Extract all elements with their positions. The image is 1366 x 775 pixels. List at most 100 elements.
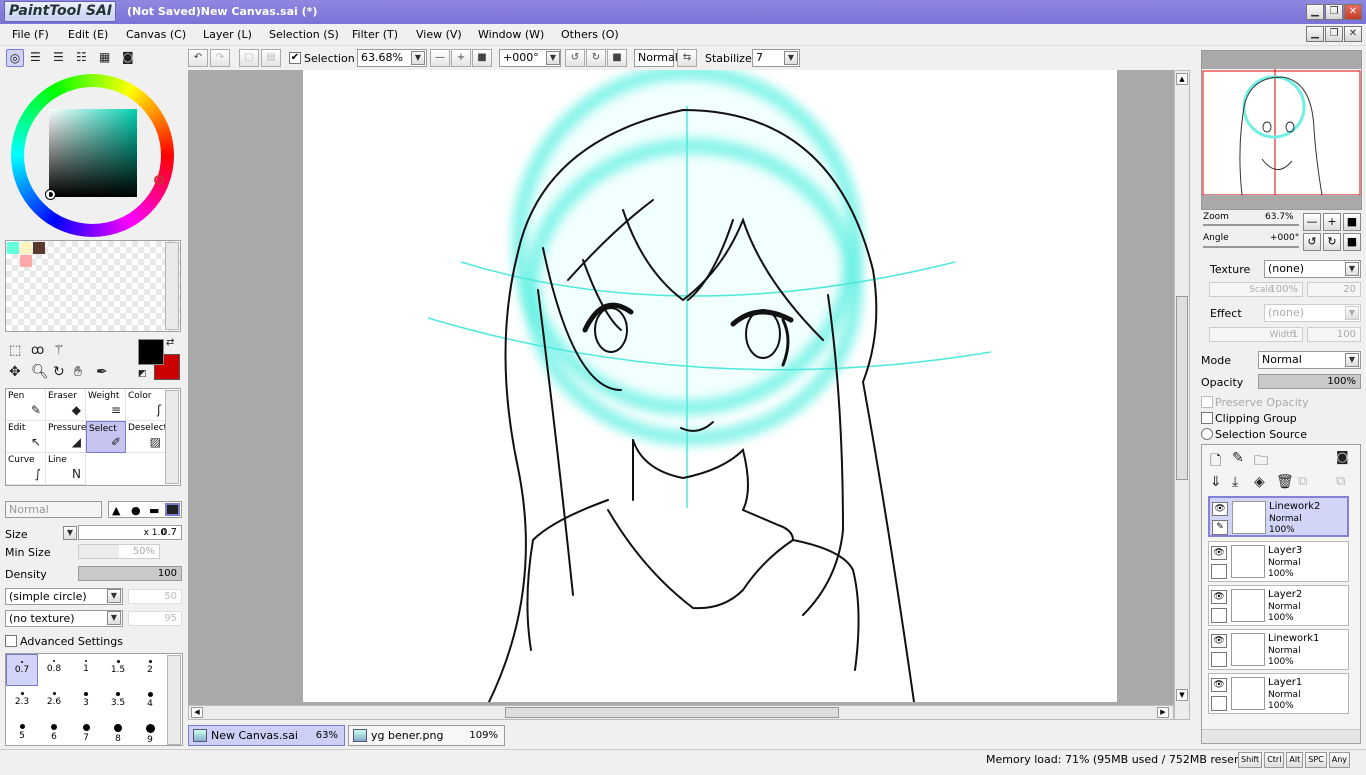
rotate-reset-icon[interactable]: ■ — [607, 49, 627, 67]
layer-item-layer3[interactable]: 👁 Layer3 Normal 100% — [1208, 541, 1349, 582]
merge-down-icon[interactable]: ⤓ — [1232, 474, 1238, 490]
menu-others[interactable]: Others (O) — [561, 28, 619, 41]
menu-window[interactable]: Window (W) — [478, 28, 544, 41]
tab-yg-bener[interactable]: yg bener.png 109% — [348, 725, 505, 746]
layer-item-layer2[interactable]: 👁 Layer2 Normal 100% — [1208, 585, 1349, 626]
soft-brush-icon[interactable]: ▬ — [149, 504, 159, 517]
eyedropper-icon[interactable]: ✒ — [96, 364, 108, 380]
min-size-field[interactable]: 50% — [78, 544, 160, 559]
saturation-value-square[interactable] — [49, 109, 137, 197]
doc-close-button[interactable]: ✕ — [1344, 26, 1362, 42]
size-field[interactable]: x 1.00.7 — [78, 525, 182, 540]
medium-brush-icon[interactable]: ● — [131, 504, 141, 517]
lasso-icon[interactable]: ꝏ — [31, 343, 44, 358]
hscroll-thumb[interactable] — [505, 707, 839, 718]
scratchpad-icon[interactable]: ◙ — [122, 50, 134, 64]
brush-blend-field[interactable]: Normal — [5, 501, 102, 518]
texture-scale2-field[interactable]: 20 — [1307, 282, 1361, 297]
link-mask-icon[interactable]: ⧉ — [1336, 474, 1345, 489]
brush-size-cell[interactable]: 1.5 — [102, 654, 134, 686]
blend-mode-field[interactable]: Normal — [634, 49, 678, 67]
doc-minimize-button[interactable]: ▁ — [1306, 26, 1324, 42]
nav-rotate-left-icon[interactable]: ↺ — [1303, 233, 1321, 251]
nav-angle-slider[interactable] — [1203, 246, 1299, 248]
brush-shape-value[interactable]: 50 — [128, 589, 182, 604]
clear-layer-icon[interactable]: ◈ — [1254, 474, 1265, 490]
menu-file[interactable]: File (F) — [12, 28, 49, 41]
eye-icon[interactable]: 👁 — [1212, 502, 1228, 516]
canvas-paper[interactable] — [303, 70, 1117, 703]
menu-edit[interactable]: Edit (E) — [68, 28, 108, 41]
undo-icon[interactable]: ↶ — [188, 49, 208, 67]
swatch[interactable] — [7, 242, 19, 254]
eye-icon[interactable]: 👁 — [1211, 678, 1227, 692]
tool-eraser[interactable]: Eraser ◆ — [46, 389, 86, 421]
redo-icon[interactable]: ↷ — [210, 49, 230, 67]
reset-colors-icon[interactable]: ◩ — [138, 369, 147, 379]
brush-size-cell[interactable]: 2.6 — [38, 686, 70, 718]
vscroll-thumb[interactable] — [1176, 296, 1188, 480]
layer-item-layer1[interactable]: 👁 Layer1 Normal 100% — [1208, 673, 1349, 714]
texture-dropdown-icon[interactable]: ▼ — [1345, 262, 1359, 276]
brush-size-cell[interactable]: 4 — [134, 686, 166, 718]
layer-item-linework2[interactable]: 👁 ✎ Linework2 Normal 100% — [1208, 496, 1349, 537]
menu-canvas[interactable]: Canvas (C) — [126, 28, 186, 41]
advanced-settings-checkbox[interactable] — [5, 635, 17, 647]
scroll-up-icon[interactable]: ▲ — [1176, 73, 1188, 85]
effect-width-field[interactable]: Width1 — [1209, 327, 1303, 342]
new-folder-icon[interactable]: 🗀 — [1254, 450, 1268, 474]
brush-texture-value[interactable]: 95 — [128, 611, 182, 626]
clipping-group-checkbox[interactable] — [1201, 412, 1213, 424]
zoom-reset-icon[interactable]: ■ — [472, 49, 492, 67]
hsv-slider-icon[interactable]: ☰ — [53, 50, 64, 64]
brush-size-cell[interactable]: 7 — [70, 718, 102, 745]
menu-filter[interactable]: Filter (T) — [352, 28, 398, 41]
canvas-viewport[interactable] — [188, 70, 1174, 705]
minimize-button[interactable]: ▁ — [1306, 4, 1324, 20]
brush-size-cell[interactable]: 9 — [134, 718, 166, 745]
brush-shape-field[interactable]: (simple circle) — [5, 588, 123, 605]
brush-shape-selector[interactable]: ▲ ● ▬ — [108, 501, 182, 518]
swatch[interactable] — [33, 242, 45, 254]
swatch[interactable] — [20, 242, 32, 254]
tool-deselect[interactable]: Deselect ▨ — [126, 421, 167, 453]
tool-curve[interactable]: Curve ∫ — [6, 453, 46, 485]
nav-rotate-reset-icon[interactable]: ■ — [1343, 233, 1361, 251]
nav-zoom-out-icon[interactable]: — — [1303, 213, 1321, 231]
apply-mask-icon[interactable]: ⧉ — [1298, 474, 1307, 489]
zoom-tool-icon[interactable]: 🔍︎ — [31, 364, 49, 380]
tool-edit[interactable]: Edit ↖ — [6, 421, 46, 453]
maximize-button[interactable]: ❐ — [1325, 4, 1343, 20]
menu-layer[interactable]: Layer (L) — [203, 28, 252, 41]
brush-size-cell[interactable]: 6 — [38, 718, 70, 745]
flat-brush-icon[interactable] — [165, 503, 180, 516]
eye-icon[interactable]: 👁 — [1211, 590, 1227, 604]
scroll-left-icon[interactable]: ◀ — [191, 707, 203, 718]
hand-icon[interactable]: ✋︎ — [74, 364, 82, 380]
opacity-field[interactable]: 100% — [1258, 374, 1361, 389]
brush-size-cell[interactable]: 0.8 — [38, 654, 70, 686]
layer-panel-scrollbar[interactable] — [1202, 729, 1360, 743]
swatch[interactable] — [20, 255, 32, 267]
gradation-icon[interactable]: ☷ — [76, 50, 87, 64]
tool-weight[interactable]: Weight ≡ — [86, 389, 126, 421]
doc-maximize-button[interactable]: ❐ — [1325, 26, 1343, 42]
rotate-right-icon[interactable]: ↻ — [586, 49, 606, 67]
rect-select-icon[interactable]: ⬚ — [9, 343, 21, 358]
preserve-opacity-checkbox[interactable] — [1201, 396, 1213, 408]
tool-pressure[interactable]: Pressure ◢ — [46, 421, 86, 453]
density-field[interactable]: 100 — [78, 566, 182, 581]
paint-target-icon[interactable] — [1211, 696, 1227, 711]
zoom-out-icon[interactable]: — — [430, 49, 450, 67]
brush-size-cell[interactable]: 5 — [6, 718, 38, 745]
deselect-canvas-icon[interactable]: ▢ — [239, 49, 259, 67]
effect-dropdown-icon[interactable]: ▼ — [1345, 306, 1359, 320]
menu-view[interactable]: View (V) — [416, 28, 462, 41]
eye-icon[interactable]: 👁 — [1211, 546, 1227, 560]
new-mask-icon[interactable]: ◙ — [1336, 450, 1349, 465]
selection-source-radio[interactable] — [1201, 428, 1213, 440]
paint-target-icon[interactable] — [1211, 564, 1227, 579]
invert-selection-icon[interactable]: ▤ — [261, 49, 281, 67]
canvas-horizontal-scrollbar[interactable]: ◀ ▶ — [188, 705, 1174, 720]
eye-icon[interactable]: 👁 — [1211, 634, 1227, 648]
